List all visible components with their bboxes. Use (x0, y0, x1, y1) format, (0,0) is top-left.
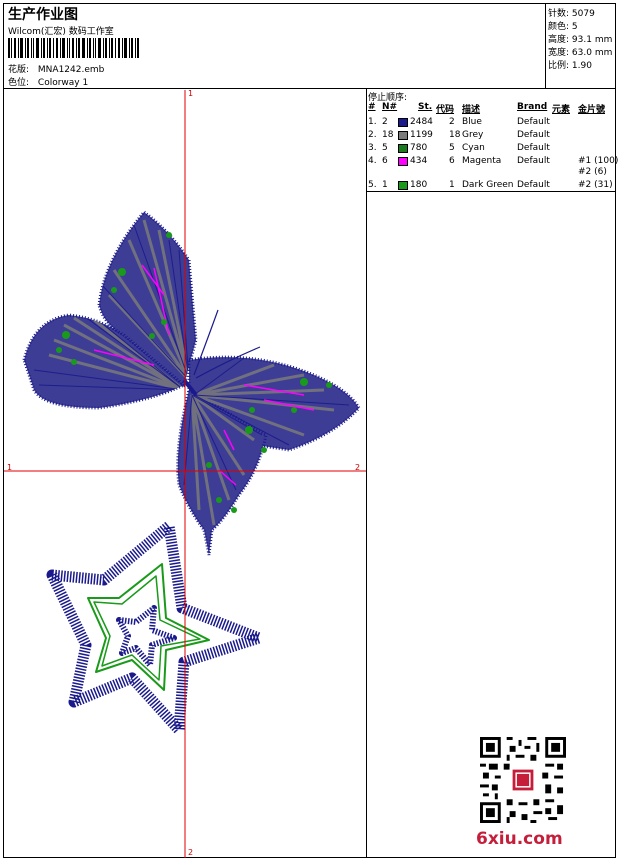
color-swatch (398, 157, 408, 166)
sequence-cell-code: 1 (449, 180, 455, 190)
color-swatch (398, 118, 408, 127)
sequence-cell-brand: Default (517, 117, 550, 127)
colorway-value: Colorway 1 (37, 78, 89, 88)
sequence-cell-brand: Default (517, 143, 550, 153)
sequence-cell-desc: Magenta (462, 156, 502, 166)
sequence-cell-desc: Dark Green (462, 180, 514, 190)
stat-label: 高度: (548, 35, 570, 45)
stat-value: 5 (571, 22, 578, 32)
design-label: 花版: (8, 65, 30, 75)
stat-label: 颜色: (548, 22, 570, 32)
stat-value: 1.90 (571, 61, 592, 71)
sequence-cell-code: 5 (449, 143, 455, 153)
embroidery-preview (4, 90, 366, 858)
sequence-cell-no: 2. (368, 130, 377, 140)
sequence-cell-no: 3. (368, 143, 377, 153)
col-header-sequin: 金片號 (578, 105, 606, 115)
butterfly-motif (22, 209, 361, 556)
sequence-cell-no: 5. (368, 180, 377, 190)
axis-label-right: 2 (355, 463, 361, 472)
stat-label: 针数: (548, 9, 570, 19)
axis-label-left: 1 (7, 463, 13, 472)
col-header-code: 代码 (436, 105, 455, 115)
col-header-brand: Brand (517, 102, 548, 112)
sequence-cell-code: 6 (449, 156, 455, 166)
sequence-cell-elem2: #2 (6) (578, 167, 607, 177)
sequence-cell-desc: Grey (462, 130, 484, 140)
stat-label: 宽度: (548, 48, 570, 58)
studio-subtitle: Wilcom(汇宏) 数码工作室 (8, 27, 114, 37)
sequence-cell-code: 18 (449, 130, 461, 140)
stat-value: 63.0 mm (571, 48, 613, 58)
stat-height: 高度: 93.1 mm (548, 32, 612, 45)
col-header-no: # (368, 102, 376, 112)
watermark-brand: 6xiu.com (476, 829, 563, 849)
sequence-cell-n: 1 (382, 180, 388, 190)
sequence-cell-code: 2 (449, 117, 455, 127)
sequence-cell-st: 2484 (410, 117, 433, 127)
stat-scale: 比例: 1.90 (548, 58, 592, 71)
sequence-cell-brand: Default (517, 156, 550, 166)
col-header-needle: N# (382, 102, 398, 112)
sequence-cell-st: 1199 (410, 130, 433, 140)
design-name-row: 花版: MNA1242.emb (8, 62, 104, 75)
sequence-cell-st: 180 (410, 180, 428, 190)
star-motif (46, 520, 265, 736)
axis-label-bottom: 2 (188, 848, 194, 857)
sequence-cell-n: 2 (382, 117, 388, 127)
page-title: 生产作业图 (8, 7, 78, 23)
color-swatch (398, 144, 408, 153)
axis-label-top: 1 (188, 89, 194, 98)
sequence-cell-st: 780 (410, 143, 428, 153)
sequence-cell-elem: #1 (100) (578, 156, 619, 166)
col-header-stitches: St. (418, 102, 433, 112)
panel-divider (366, 88, 367, 858)
stat-colors: 颜色: 5 (548, 19, 578, 32)
sequence-cell-brand: Default (517, 180, 550, 190)
stat-value: 93.1 mm (571, 35, 613, 45)
sequence-cell-elem: #2 (31) (578, 180, 613, 190)
sequence-cell-n: 6 (382, 156, 388, 166)
stats-divider (545, 4, 546, 88)
sequence-cell-desc: Cyan (462, 143, 485, 153)
sequence-cell-n: 18 (382, 130, 394, 140)
color-swatch (398, 181, 408, 190)
design-value: MNA1242.emb (37, 65, 105, 75)
sequence-cell-n: 5 (382, 143, 388, 153)
stat-value: 5079 (571, 9, 595, 19)
sequence-cell-st: 434 (410, 156, 428, 166)
sequence-cell-desc: Blue (462, 117, 482, 127)
col-header-elements: 元素 (552, 105, 571, 115)
colorway-row: 色位: Colorway 1 (8, 75, 88, 88)
qr-code-icon (480, 737, 566, 823)
colorway-label: 色位: (8, 78, 30, 88)
col-header-desc: 描述 (462, 105, 481, 115)
stat-label: 比例: (548, 61, 570, 71)
stat-width: 宽度: 63.0 mm (548, 45, 612, 58)
stat-stitches: 针数: 5079 (548, 6, 595, 19)
sequence-cell-no: 4. (368, 156, 377, 166)
sequence-cell-brand: Default (517, 130, 550, 140)
table-divider (366, 191, 616, 192)
header-divider (4, 88, 616, 89)
sequence-cell-no: 1. (368, 117, 377, 127)
color-swatch (398, 131, 408, 140)
barcode-icon (8, 38, 139, 58)
